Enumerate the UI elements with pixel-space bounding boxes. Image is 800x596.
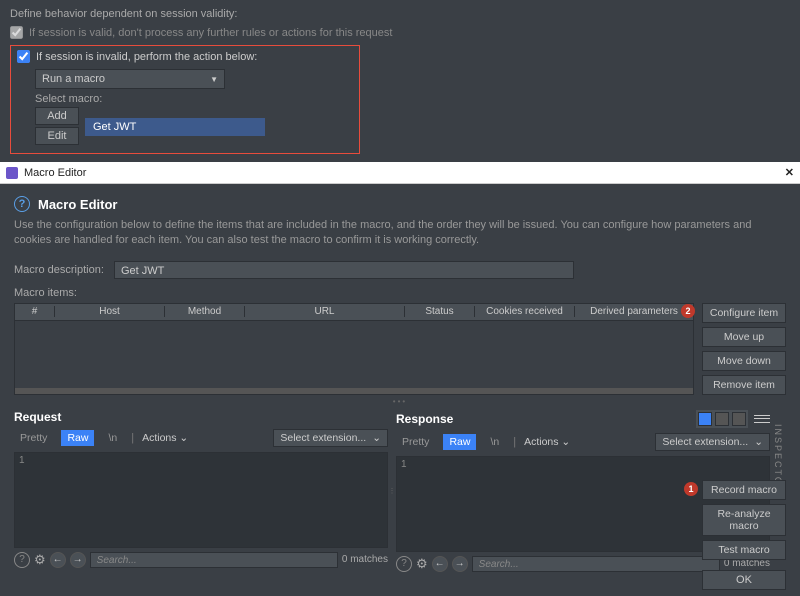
layout-single-icon[interactable] xyxy=(732,412,746,426)
annotation-badge-1: 1 xyxy=(684,482,698,496)
line-number: 1 xyxy=(19,455,25,466)
close-icon[interactable]: ✕ xyxy=(785,166,794,179)
valid-session-row: If session is valid, don't process any f… xyxy=(10,26,790,39)
layout-rows-icon[interactable] xyxy=(715,412,729,426)
layout-columns-icon[interactable] xyxy=(698,412,712,426)
macro-desc-label: Macro description: xyxy=(14,264,114,276)
col-status: Status xyxy=(405,306,475,317)
chevron-down-icon: ▼ xyxy=(210,75,218,84)
macro-editor-window: Macro Editor ✕ ? Macro Editor Use the co… xyxy=(0,162,800,596)
titlebar: Macro Editor ✕ xyxy=(0,162,800,184)
valid-session-label: If session is valid, don't process any f… xyxy=(29,27,392,39)
tab-raw[interactable]: Raw xyxy=(443,434,476,450)
col-derived: Derived parameters xyxy=(575,306,693,317)
macro-desc-input[interactable]: Get JWT xyxy=(114,261,574,279)
macro-items-label: Macro items: xyxy=(14,287,786,299)
editor-heading: Macro Editor xyxy=(38,197,117,212)
view-layout-toggle[interactable] xyxy=(696,410,748,428)
help-icon[interactable]: ? xyxy=(14,196,30,212)
help-icon[interactable]: ? xyxy=(14,552,30,568)
tab-pretty[interactable]: Pretty xyxy=(14,430,53,446)
hamburger-icon[interactable] xyxy=(754,412,770,426)
match-count: 0 matches xyxy=(342,554,388,565)
reanalyze-macro-button[interactable]: Re-analyze macro xyxy=(702,504,786,536)
next-arrow-icon[interactable]: → xyxy=(70,552,86,568)
table-body xyxy=(14,321,694,395)
configure-item-button[interactable]: Configure item xyxy=(702,303,786,323)
tab-newline[interactable]: \n xyxy=(102,430,123,446)
tab-pretty[interactable]: Pretty xyxy=(396,434,435,450)
macro-list-item[interactable]: Get JWT xyxy=(85,118,265,136)
prev-arrow-icon[interactable]: ← xyxy=(50,552,66,568)
col-url: URL xyxy=(245,306,405,317)
invalid-session-checkbox[interactable] xyxy=(17,50,30,63)
resize-handle-icon[interactable]: ••• xyxy=(14,397,786,406)
col-n: # xyxy=(15,306,55,317)
window-title: Macro Editor xyxy=(24,167,86,179)
valid-session-checkbox xyxy=(10,26,23,39)
request-title: Request xyxy=(14,410,61,424)
tab-raw[interactable]: Raw xyxy=(61,430,94,446)
annotation-badge-2: 2 xyxy=(681,304,695,318)
macro-name: Get JWT xyxy=(93,121,136,133)
prev-arrow-icon[interactable]: ← xyxy=(432,556,448,572)
actions-menu[interactable]: Actions ⌄ xyxy=(142,432,188,444)
gear-icon[interactable]: ⚙ xyxy=(416,556,428,572)
action-select[interactable]: Run a macro ▼ xyxy=(35,69,225,89)
next-arrow-icon[interactable]: → xyxy=(452,556,468,572)
section-label: Define behavior dependent on session val… xyxy=(10,8,790,20)
chevron-down-icon: ⌄ xyxy=(372,432,381,444)
tab-newline[interactable]: \n xyxy=(484,434,505,450)
invalid-session-label: If session is invalid, perform the actio… xyxy=(36,51,257,63)
extension-select[interactable]: Select extension...⌄ xyxy=(655,433,770,451)
extension-select[interactable]: Select extension...⌄ xyxy=(273,429,388,447)
session-rules-panel: Define behavior dependent on session val… xyxy=(0,0,800,162)
editor-description: Use the configuration below to define th… xyxy=(14,218,786,249)
line-number: 1 xyxy=(401,459,407,470)
help-icon[interactable]: ? xyxy=(396,556,412,572)
col-cookies: Cookies received xyxy=(475,306,575,317)
col-host: Host xyxy=(55,306,165,317)
move-down-button[interactable]: Move down xyxy=(702,351,786,371)
panel-splitter[interactable]: ⋮ xyxy=(388,410,396,572)
app-icon xyxy=(6,167,18,179)
response-title: Response xyxy=(396,412,453,426)
request-panel: Request Pretty Raw \n | Actions ⌄ Select… xyxy=(14,410,388,572)
remove-item-button[interactable]: Remove item xyxy=(702,375,786,395)
test-macro-button[interactable]: Test macro xyxy=(702,540,786,560)
ok-button[interactable]: OK xyxy=(702,570,786,590)
select-macro-label: Select macro: xyxy=(35,93,353,105)
record-macro-button[interactable]: Record macro xyxy=(702,480,786,500)
add-macro-button[interactable]: Add xyxy=(35,107,79,125)
h-scrollbar[interactable] xyxy=(15,388,693,394)
actions-menu[interactable]: Actions ⌄ xyxy=(524,436,570,448)
edit-macro-button[interactable]: Edit xyxy=(35,127,79,145)
invalid-session-row[interactable]: If session is invalid, perform the actio… xyxy=(17,50,353,63)
search-input[interactable]: Search... xyxy=(472,556,720,572)
highlighted-invalid-box: If session is invalid, perform the actio… xyxy=(10,45,360,154)
chevron-down-icon: ⌄ xyxy=(754,436,763,448)
search-input[interactable]: Search... xyxy=(90,552,338,568)
request-editor[interactable]: 1 xyxy=(14,452,388,548)
col-method: Method xyxy=(165,306,245,317)
move-up-button[interactable]: Move up xyxy=(702,327,786,347)
action-select-value: Run a macro xyxy=(42,73,105,85)
table-header: # Host Method URL Status Cookies receive… xyxy=(14,303,694,321)
gear-icon[interactable]: ⚙ xyxy=(34,552,46,568)
